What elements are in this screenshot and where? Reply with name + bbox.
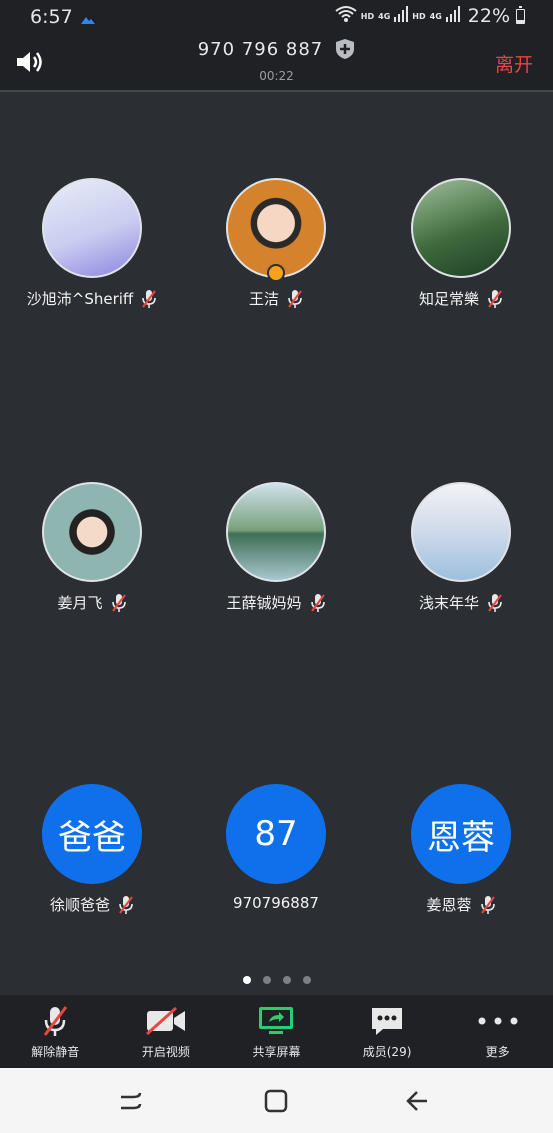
muted-mic-icon [141, 289, 157, 309]
participant-tile[interactable]: 沙旭沛^Sheriff [0, 178, 184, 309]
more-label: 更多 [485, 1045, 510, 1059]
start-video-button[interactable]: 开启视频 [111, 995, 222, 1068]
meeting-timer: 00:22 [259, 69, 294, 83]
participant-name: 姜恩蓉 [426, 896, 472, 914]
host-badge-icon [267, 264, 285, 282]
avatar-initials: 爸爸 [42, 784, 142, 884]
wifi-icon [335, 5, 357, 27]
muted-mic-icon [487, 593, 503, 613]
participant-name-row: 王薛铖妈妈 [184, 592, 368, 613]
muted-mic-icon [33, 1003, 77, 1039]
back-icon[interactable] [405, 1088, 431, 1114]
network-label-1: 4G [378, 11, 391, 21]
home-icon[interactable] [263, 1088, 289, 1114]
participant-tile[interactable]: 爸爸徐顺爸爸 [0, 784, 184, 915]
meeting-id-row[interactable]: 970 796 887 [0, 38, 553, 60]
participant-name-row: 姜恩蓉 [369, 894, 553, 915]
participant-name: 姜月飞 [57, 594, 103, 612]
unmute-label: 解除静音 [31, 1045, 80, 1059]
page-dot[interactable] [262, 976, 271, 984]
participant-name: 知足常樂 [418, 290, 479, 308]
cloud-sync-icon [80, 10, 96, 29]
participant-tile[interactable]: 87 970796887 [184, 784, 368, 912]
hd-label-2: HD [412, 11, 426, 21]
participant-name: 沙旭沛^Sheriff [26, 290, 134, 308]
participant-name-row: 浅末年华 [369, 592, 553, 613]
avatar-photo [411, 178, 511, 278]
shield-icon [335, 38, 355, 60]
participant-name-row: 970796887 [184, 894, 368, 912]
participant-name-row: 王洁 [184, 288, 368, 309]
muted-mic-icon [480, 895, 496, 915]
participant-name: 王薛铖妈妈 [226, 594, 302, 612]
signal-icon-1 [394, 6, 409, 26]
meeting-id: 970 796 887 [197, 38, 324, 60]
participant-name-row: 知足常樂 [369, 288, 553, 309]
meeting-toolbar: 解除静音 开启视频 共享屏幕 成员(29) 更多 [0, 995, 553, 1068]
participant-tile[interactable]: 姜月飞 [0, 482, 184, 613]
page-dot[interactable] [282, 976, 291, 984]
unmute-button[interactable]: 解除静音 [0, 995, 111, 1068]
meeting-header: 970 796 887 00:22 离开 [0, 34, 553, 92]
participant-name-row: 徐顺爸爸 [0, 894, 184, 915]
status-time: 6:57 [30, 6, 73, 28]
share-screen-button[interactable]: 共享屏幕 [221, 995, 332, 1068]
participant-name: 徐顺爸爸 [49, 896, 110, 914]
participant-name: 970796887 [233, 894, 319, 912]
start-video-label: 开启视频 [141, 1045, 190, 1059]
participant-tile[interactable]: 浅末年华 [369, 482, 553, 613]
more-button[interactable]: 更多 [442, 995, 553, 1068]
avatar-initials: 87 [226, 784, 326, 884]
network-label-2: 4G [429, 11, 442, 21]
participant-tile[interactable]: 恩蓉姜恩蓉 [369, 784, 553, 915]
hd-label-1: HD [360, 11, 375, 21]
system-nav-bar [0, 1068, 553, 1133]
share-screen-icon [254, 1003, 298, 1039]
participant-name: 王洁 [248, 290, 279, 308]
page-dot[interactable] [302, 976, 311, 984]
battery-icon [516, 5, 525, 24]
signal-icon-2 [445, 6, 460, 26]
avatar-initials: 恩蓉 [411, 784, 511, 884]
participant-name-row: 姜月飞 [0, 592, 184, 613]
video-off-icon [144, 1003, 188, 1039]
muted-mic-icon [487, 289, 503, 309]
participant-tile[interactable]: 王薛铖妈妈 [184, 482, 368, 613]
page-indicator[interactable] [0, 976, 553, 984]
share-screen-label: 共享屏幕 [252, 1045, 301, 1059]
muted-mic-icon [118, 895, 134, 915]
muted-mic-icon [111, 593, 127, 613]
leave-button[interactable]: 离开 [495, 50, 533, 77]
avatar-photo [411, 482, 511, 582]
participant-name-row: 沙旭沛^Sheriff [0, 288, 184, 309]
members-button[interactable]: 成员(29) [332, 995, 443, 1068]
battery-level [517, 19, 524, 23]
members-label: 成员(29) [362, 1045, 412, 1059]
muted-mic-icon [310, 593, 326, 613]
muted-mic-icon [287, 289, 303, 309]
page-dot[interactable] [242, 976, 251, 984]
avatar-photo [226, 482, 326, 582]
participant-name: 浅末年华 [418, 594, 479, 612]
avatar-photo [42, 482, 142, 582]
participant-tile[interactable]: 王洁 [184, 178, 368, 309]
participant-tile[interactable]: 知足常樂 [369, 178, 553, 309]
battery-percent: 22% [467, 5, 510, 27]
avatar-photo [226, 178, 326, 282]
more-dots-icon [476, 1003, 520, 1039]
recent-apps-icon[interactable] [118, 1088, 144, 1114]
chat-bubble-icon [365, 1003, 409, 1039]
status-indicators: HD 4G HD 4G 22% [335, 5, 525, 27]
status-bar: 6:57 HD 4G HD 4G 22% [0, 0, 553, 34]
avatar-photo [42, 178, 142, 278]
